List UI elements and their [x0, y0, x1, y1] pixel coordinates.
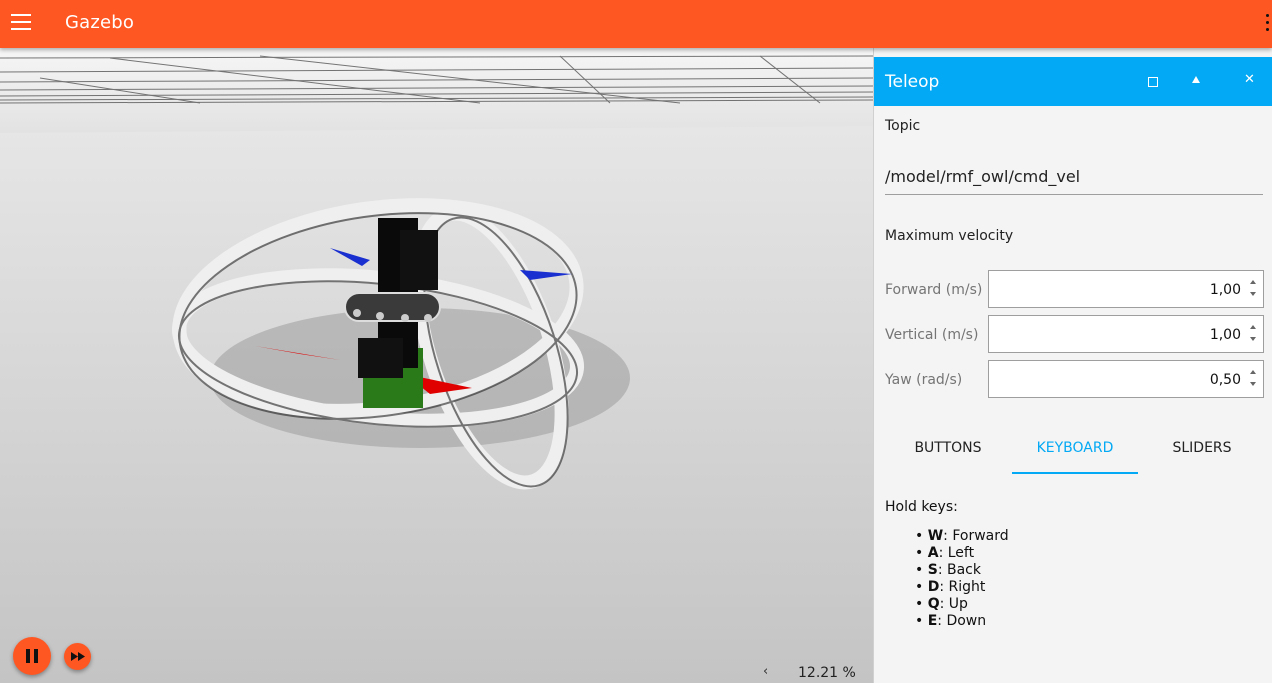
hold-keys-label: Hold keys:: [885, 499, 958, 515]
yaw-velocity-value: 0,50: [1209, 372, 1241, 388]
collapse-icon[interactable]: [1192, 76, 1200, 83]
pause-button[interactable]: [13, 637, 51, 675]
topic-input[interactable]: [885, 158, 1263, 195]
panel-header: Teleop ✕: [874, 57, 1272, 106]
maximum-velocity-label: Maximum velocity: [885, 228, 1014, 244]
list-item: • S: Back: [915, 562, 981, 578]
forward-velocity-spinbox[interactable]: 1,00: [988, 270, 1264, 308]
app-title: Gazebo: [65, 12, 135, 33]
list-item: • E: Down: [915, 613, 987, 629]
close-icon[interactable]: ✕: [1244, 72, 1260, 88]
spin-arrows-icon[interactable]: [1249, 325, 1257, 341]
forward-velocity-value: 1,00: [1209, 282, 1241, 298]
scene-render: [0, 48, 873, 683]
yaw-velocity-spinbox[interactable]: 0,50: [988, 360, 1264, 398]
key-list: • W: Forward • A: Left • S: Back • D: Ri…: [915, 528, 1009, 630]
yaw-velocity-label: Yaw (rad/s): [885, 372, 963, 388]
panel-title: Teleop: [885, 72, 940, 92]
top-app-bar: Gazebo: [0, 0, 1272, 48]
vertical-velocity-spinbox[interactable]: 1,00: [988, 315, 1264, 353]
spin-arrows-icon[interactable]: [1249, 370, 1257, 386]
maximize-icon[interactable]: [1148, 77, 1158, 87]
vertical-velocity-label: Vertical (m/s): [885, 327, 979, 343]
rtf-expand-chevron-icon[interactable]: ‹: [763, 664, 768, 679]
real-time-factor: 12.21 %: [798, 665, 856, 681]
teleop-panel: Teleop ✕ Topic Maximum velocity Forward …: [873, 48, 1272, 683]
vertical-velocity-value: 1,00: [1209, 327, 1241, 343]
spin-arrows-icon[interactable]: [1249, 280, 1257, 296]
scene-3d-viewport[interactable]: ‹ 12.21 %: [0, 48, 873, 683]
list-item: • Q: Up: [915, 596, 968, 612]
step-forward-button[interactable]: [64, 643, 91, 670]
forward-velocity-label: Forward (m/s): [885, 282, 983, 298]
more-options-icon[interactable]: [1264, 14, 1270, 34]
fast-forward-icon: [71, 652, 85, 661]
tab-keyboard[interactable]: KEYBOARD: [1012, 422, 1138, 474]
tab-sliders[interactable]: SLIDERS: [1139, 422, 1265, 472]
list-item: • D: Right: [915, 579, 986, 595]
tab-buttons[interactable]: BUTTONS: [885, 422, 1011, 472]
topic-label: Topic: [885, 118, 921, 134]
hamburger-menu-icon[interactable]: [11, 14, 31, 32]
list-item: • A: Left: [915, 545, 975, 561]
list-item: • W: Forward: [915, 528, 1009, 544]
